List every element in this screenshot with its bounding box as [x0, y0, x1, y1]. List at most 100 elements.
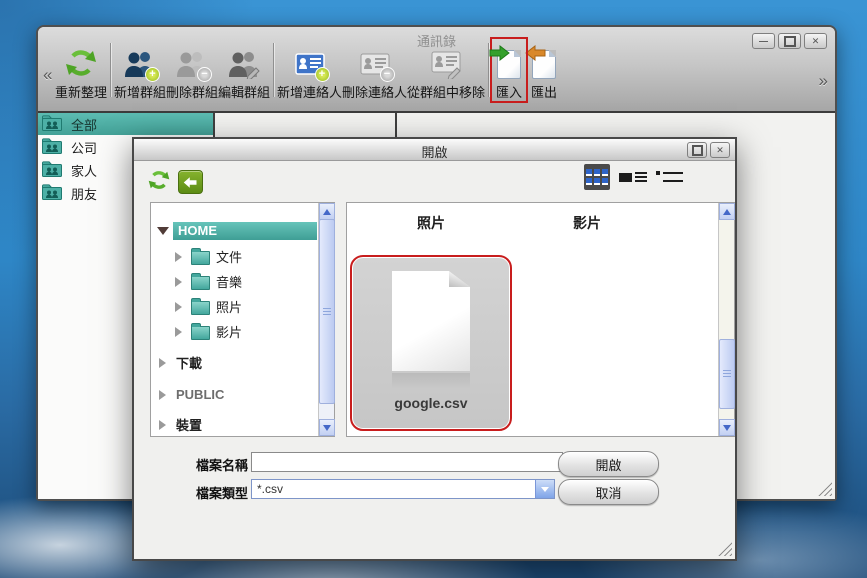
- add-contact-button[interactable]: + 新增連絡人: [277, 39, 342, 101]
- back-button[interactable]: [178, 170, 203, 194]
- dialog-resize-grip[interactable]: [718, 542, 732, 556]
- expand-arrow-icon[interactable]: [159, 390, 166, 400]
- list-view-icon[interactable]: [619, 170, 647, 184]
- scroll-up-button[interactable]: [719, 203, 735, 220]
- toolbar-separator: [273, 43, 274, 97]
- delete-contact-icon: −: [358, 39, 392, 79]
- sidebar-item-all[interactable]: 全部: [38, 113, 213, 135]
- desktop-background: 通訊錄 — ✕ « »: [0, 0, 867, 578]
- filetype-value: *.csv: [252, 482, 535, 496]
- refresh-button[interactable]: 重新整理: [55, 39, 107, 101]
- contacts-toolbar: 通訊錄 — ✕ « »: [38, 27, 835, 113]
- expand-toolbar-chevron[interactable]: »: [819, 71, 828, 91]
- expand-arrow-icon[interactable]: [175, 302, 182, 312]
- tree-item-videos[interactable]: 影片: [151, 322, 242, 341]
- expand-arrow-icon[interactable]: [159, 358, 166, 368]
- scroll-down-button[interactable]: [319, 419, 335, 436]
- view-mode-bar: [584, 164, 683, 190]
- scrollbar-thumb[interactable]: [719, 339, 735, 409]
- dialog-titlebar: 開啟 ✕: [134, 139, 735, 161]
- grid-view-icon[interactable]: [584, 164, 610, 190]
- tree-item-devices[interactable]: 裝置: [151, 415, 202, 434]
- export-arrow-icon: [524, 45, 546, 64]
- expand-arrow-icon[interactable]: [175, 327, 182, 337]
- plus-badge-icon: +: [315, 67, 330, 82]
- file-icon-reflection: [392, 373, 470, 389]
- grid-folder-videos[interactable]: 影片: [509, 213, 665, 233]
- toolbar-button-label: 重新整理: [55, 82, 107, 101]
- group-folder-icon: [42, 138, 62, 157]
- filename-input[interactable]: [251, 452, 563, 472]
- csv-file-icon: [392, 271, 470, 371]
- grid-folder-photos[interactable]: 照片: [353, 213, 509, 233]
- expand-arrow-icon[interactable]: [175, 252, 182, 262]
- sidebar-item-label: 公司: [71, 138, 97, 157]
- cancel-button[interactable]: 取消: [558, 479, 659, 505]
- add-group-button[interactable]: + 新增群組: [114, 39, 166, 101]
- back-arrow-icon: [183, 176, 198, 189]
- tree-item-music[interactable]: 音樂: [151, 272, 242, 291]
- folder-icon: [191, 326, 210, 340]
- toolbar-button-label: 刪除群組: [166, 82, 218, 101]
- filetype-dropdown[interactable]: *.csv: [251, 479, 555, 499]
- tree-scrollbar[interactable]: [318, 203, 334, 436]
- folder-icon: [191, 301, 210, 315]
- folder-icon: [191, 251, 210, 265]
- tree-item-public[interactable]: PUBLIC: [151, 385, 224, 404]
- scroll-down-button[interactable]: [719, 419, 735, 436]
- remove-from-group-button[interactable]: 從群組中移除: [407, 39, 485, 101]
- scroll-up-button[interactable]: [319, 203, 335, 220]
- import-button[interactable]: 匯入: [492, 39, 526, 101]
- chevron-up-icon: [723, 209, 731, 215]
- minimize-button[interactable]: —: [752, 33, 775, 49]
- expand-arrow-icon[interactable]: [159, 420, 166, 430]
- delete-group-icon: −: [175, 39, 209, 79]
- toolbar-button-label: 編輯群組: [218, 82, 270, 101]
- toolbar-button-label: 從群組中移除: [407, 82, 485, 101]
- add-contact-icon: +: [293, 39, 327, 79]
- group-folder-icon: [42, 161, 62, 180]
- dropdown-button[interactable]: [535, 480, 554, 498]
- scrollbar-thumb[interactable]: [319, 219, 335, 404]
- tree-item-label: 影片: [216, 322, 242, 341]
- toolbar-buttons: 重新整理 + 新增群組: [55, 39, 562, 101]
- window-controls: — ✕: [752, 33, 827, 49]
- add-group-icon: +: [123, 39, 157, 79]
- close-button[interactable]: ✕: [804, 33, 827, 49]
- file-tile-google-csv[interactable]: google.csv: [353, 258, 509, 428]
- chevron-down-icon: [723, 425, 731, 431]
- dialog-close-button[interactable]: ✕: [710, 142, 730, 158]
- expand-arrow-icon[interactable]: [175, 277, 182, 287]
- toolbar-button-label: 新增群組: [114, 82, 166, 101]
- minus-badge-icon: −: [380, 67, 395, 82]
- toolbar-button-label: 匯入: [496, 82, 522, 101]
- dialog-maximize-button[interactable]: [687, 142, 707, 158]
- file-name-label: google.csv: [394, 395, 467, 411]
- folder-tree-panel: HOME 文件 音樂 照片 影片: [150, 202, 335, 437]
- delete-group-button[interactable]: − 刪除群組: [166, 39, 218, 101]
- export-button[interactable]: 匯出: [526, 39, 562, 101]
- delete-contact-button[interactable]: − 刪除連絡人: [342, 39, 407, 101]
- maximize-button[interactable]: [778, 33, 801, 49]
- import-icon: [497, 39, 521, 79]
- maximize-icon: [692, 145, 703, 156]
- open-button[interactable]: 開啟: [558, 451, 659, 477]
- tree-item-home[interactable]: HOME: [151, 221, 317, 240]
- refresh-icon: [65, 39, 97, 79]
- collapse-toolbar-chevron[interactable]: «: [43, 65, 52, 85]
- edit-group-icon: [227, 39, 261, 79]
- dialog-refresh-button[interactable]: [148, 169, 170, 196]
- grid-scrollbar[interactable]: [718, 203, 734, 436]
- plus-badge-icon: +: [145, 67, 160, 82]
- chevron-down-icon: [541, 487, 549, 492]
- edit-group-button[interactable]: 編輯群組: [218, 39, 270, 101]
- detail-view-icon[interactable]: [656, 171, 683, 183]
- toolbar-button-label: 新增連絡人: [277, 82, 342, 101]
- toolbar-button-label: 刪除連絡人: [342, 82, 407, 101]
- tree-item-documents[interactable]: 文件: [151, 247, 242, 266]
- tree-item-photos[interactable]: 照片: [151, 297, 242, 316]
- tree-item-label: 文件: [216, 247, 242, 266]
- collapse-arrow-icon[interactable]: [157, 227, 169, 235]
- group-folder-icon: [42, 184, 62, 203]
- tree-item-downloads[interactable]: 下載: [151, 353, 202, 372]
